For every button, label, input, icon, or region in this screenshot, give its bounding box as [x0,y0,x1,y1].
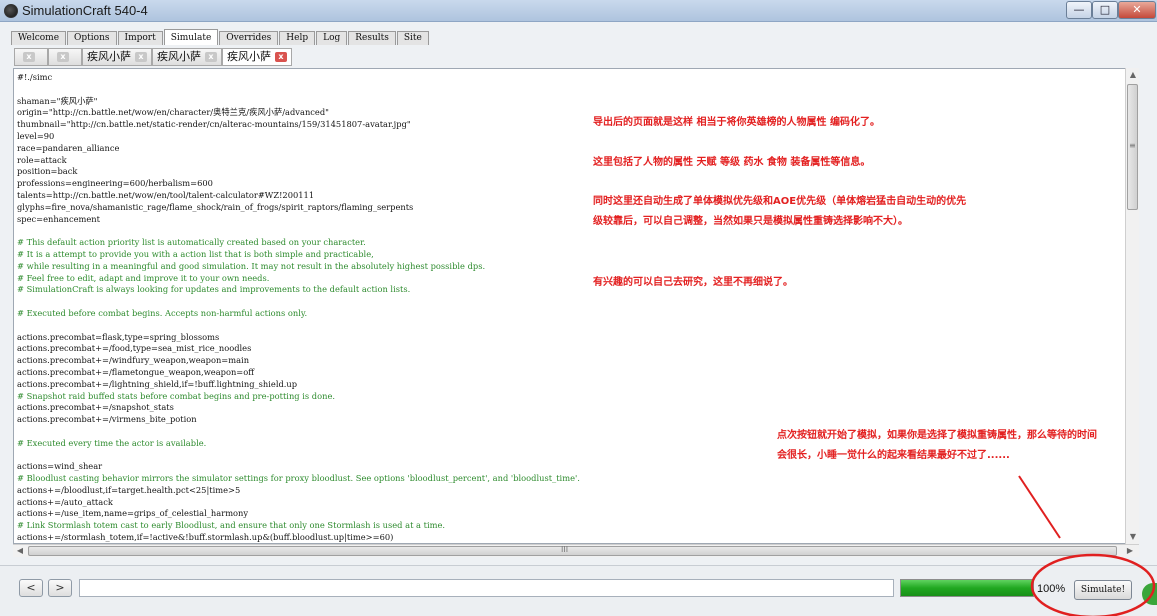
profile-text[interactable]: #!./simc shaman="疾风小萨" origin="http://cn.… [17,72,1125,544]
horizontal-scroll-thumb[interactable]: III [28,545,1117,556]
scroll-down-icon[interactable]: ▼ [1126,530,1140,544]
code-line: actions.precombat+=/flametongue_weapon,w… [17,366,255,377]
profile-tab-5[interactable]: 疾风小萨 x [222,48,292,66]
close-icon[interactable]: x [205,52,217,62]
tab-overrides[interactable]: Overrides [219,31,279,45]
window-title: SimulationCraft 540-4 [22,3,148,18]
close-icon[interactable]: x [57,52,69,62]
tab-help[interactable]: Help [279,31,316,45]
close-window-button[interactable]: ✕ [1118,1,1156,19]
code-comment-line: # This default action priority list is a… [17,237,366,248]
profile-tab-1[interactable]: x [14,48,48,66]
tab-simulate[interactable]: Simulate [163,29,219,45]
app-icon [4,4,18,18]
forward-button[interactable]: > [48,579,72,597]
tab-results[interactable]: Results [348,31,396,45]
progress-bar [900,579,1034,597]
annotation-export: 导出后的页面就是这样 相当于将你英雄榜的人物属性 编码化了。 [593,117,880,128]
grip-icon: ≡ [1129,141,1136,150]
tab-site[interactable]: Site [396,31,429,45]
profile-editor[interactable]: #!./simc shaman="疾风小萨" origin="http://cn.… [13,68,1139,544]
main-tab-bar: Welcome Options Import Simulate Override… [11,29,430,45]
profile-tab-label: 疾风小萨 [87,50,131,63]
progress-fill [901,580,1033,596]
code-line: actions+=/stormlash_totem,if=!active&!bu… [17,532,394,543]
profile-tab-bar: x x 疾风小萨 x 疾风小萨 x 疾风小萨 x [14,48,354,66]
title-bar: SimulationCraft 540-4 — □ ✕ [0,0,1157,22]
code-line: actions+=/use_item,name=grips_of_celesti… [17,508,249,519]
close-icon[interactable]: x [275,52,287,62]
back-button[interactable]: < [19,579,43,597]
grip-icon: III [561,545,569,554]
vertical-scrollbar[interactable]: ▲ ≡ ▼ [1125,68,1139,544]
profile-tab-label: 疾风小萨 [157,50,201,63]
status-orb-icon [1142,583,1157,605]
code-line: actions.precombat+=/food,type=sea_mist_r… [17,343,252,354]
code-comment-line: # It is a attempt to provide you with a … [17,248,374,259]
code-comment-line: # Snapshot raid buffed stats before comb… [17,390,335,401]
simulationcraft-window: SimulationCraft 540-4 — □ ✕ Welcome Opti… [0,0,1157,616]
code-line: actions.precombat=flask,type=spring_blos… [17,331,220,342]
tab-import[interactable]: Import [117,31,163,45]
tab-options[interactable]: Options [67,31,117,45]
simulate-button[interactable]: Simulate! [1074,580,1132,600]
close-icon[interactable]: x [23,52,35,62]
vertical-scroll-thumb[interactable]: ≡ [1127,84,1138,210]
command-input[interactable] [79,579,894,597]
code-line: actions+=/bloodlust,if=target.health.pct… [17,484,241,495]
annotation-attributes: 这里包括了人物的属性 天赋 等级 药水 食物 装备属性等信息。 [593,157,871,168]
close-icon[interactable]: x [135,52,147,62]
tab-log[interactable]: Log [316,31,348,45]
code-line: actions.precombat+=/snapshot_stats [17,402,174,413]
code-line: shaman="疾风小萨" [17,95,98,106]
horizontal-scrollbar[interactable]: ◀ III ▶ [13,544,1139,557]
code-line: professions=engineering=600/herbalism=60… [17,178,213,189]
code-comment-line: # Link Stormlash totem cast to early Blo… [17,520,446,531]
maximize-button[interactable]: □ [1092,1,1118,19]
code-line: actions.precombat+=/virmens_bite_potion [17,414,197,425]
code-line: actions.precombat+=/lightning_shield,if=… [17,378,298,389]
profile-tab-4[interactable]: 疾风小萨 x [152,48,222,66]
profile-tab-2[interactable]: x [48,48,82,66]
annotation-priority: 同时这里还自动生成了单体模拟优先级和AOE优先级（单体熔岩猛击自动生动的优先级较… [593,196,967,227]
annotation-simulate: 点次按钮就开始了模拟，如果你是选择了模拟重铸属性，那么等待的时间会很长，小睡一觉… [777,430,1097,461]
code-comment-line: # while resulting in a meaningful and go… [17,260,486,271]
code-comment-line: # Executed before combat begins. Accepts… [17,307,308,318]
minimize-button[interactable]: — [1066,1,1092,19]
profile-tab-3[interactable]: 疾风小萨 x [82,48,152,66]
scroll-left-icon[interactable]: ◀ [13,544,27,558]
code-comment-line: # Bloodlust casting behavior mirrors the… [17,473,580,484]
annotation-research: 有兴趣的可以自己去研究，这里不再细说了。 [593,277,793,288]
progress-percent: 100% [1037,583,1066,595]
scroll-up-icon[interactable]: ▲ [1126,68,1140,82]
code-line: #!./simc [17,72,53,82]
scroll-right-icon[interactable]: ▶ [1123,544,1137,558]
code-line: actions+=/auto_attack [17,496,113,507]
profile-tab-label: 疾风小萨 [227,50,271,63]
tab-welcome[interactable]: Welcome [11,31,67,45]
code-line: actions.precombat+=/windfury_weapon,weap… [17,355,250,366]
